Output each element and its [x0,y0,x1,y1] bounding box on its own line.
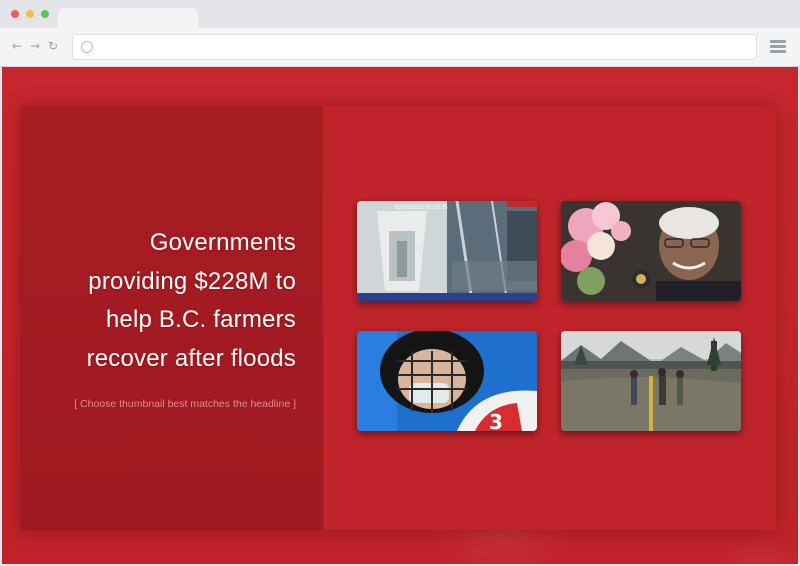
headline-line: providing $228M to [88,267,296,295]
headline-line: recover after floods [86,344,296,372]
thumbnail-hockey-player[interactable]: 3 [357,331,537,431]
close-window-button[interactable] [11,10,19,18]
browser-toolbar: ← → ↻ [0,28,800,67]
tab-bar [0,0,800,30]
quiz-card: Governments providing $228M to help B.C.… [20,106,776,530]
minimize-window-button[interactable] [26,10,34,18]
thumbnail-flooded-road[interactable] [561,331,741,431]
instruction-text: [ Choose thumbnail best matches the head… [74,398,296,410]
thumbnail-security-camera[interactable]: 02/08/2022 05:23:35 [357,201,537,301]
page-viewport: Governments providing $228M to help B.C.… [2,67,798,564]
headline: Governments providing $228M to help B.C.… [40,224,296,378]
forward-icon[interactable]: → [30,40,40,52]
browser-window: ← → ↻ Governments providing $228M to hel… [0,0,800,566]
headline-panel: Governments providing $228M to help B.C.… [20,106,323,530]
maximize-window-button[interactable] [41,10,49,18]
reload-icon[interactable]: ↻ [48,40,58,52]
browser-tab[interactable] [58,8,198,30]
hamburger-menu-icon[interactable] [770,40,786,54]
thumbnail-elderly-woman[interactable] [561,201,741,301]
address-bar[interactable] [72,34,757,60]
headline-line: help B.C. farmers [105,306,296,333]
globe-icon [81,41,93,53]
camera-timestamp: 02/08/2022 05:23:35 [395,205,448,211]
headline-line: Governments [149,229,296,256]
jersey-number: 3 [489,410,503,431]
back-icon[interactable]: ← [12,40,22,52]
